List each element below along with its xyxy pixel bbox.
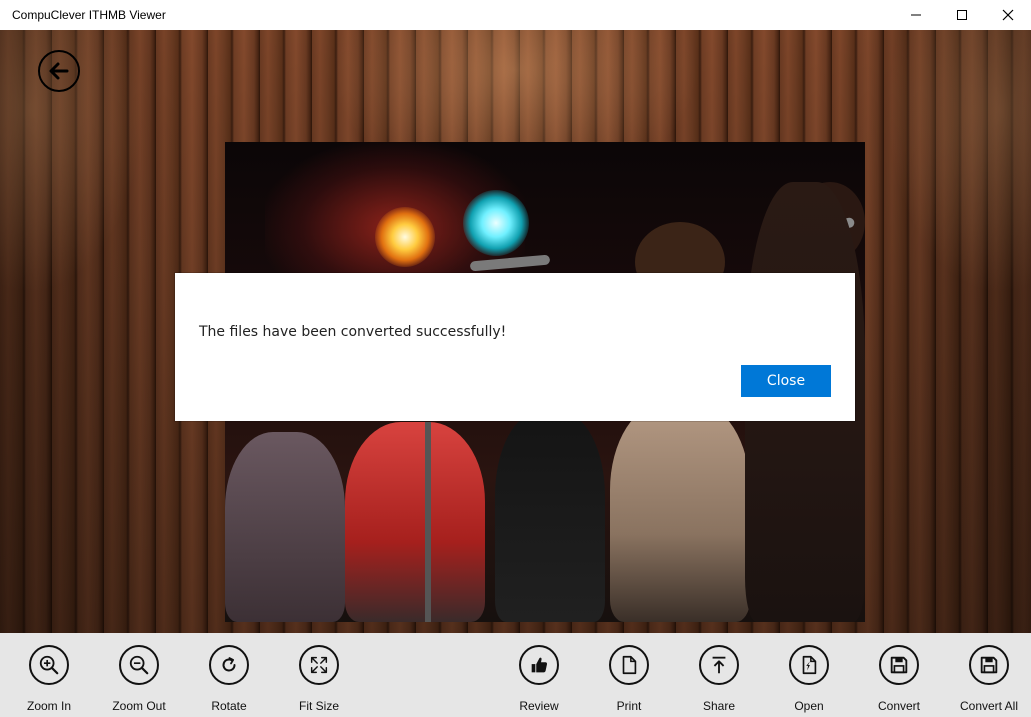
convert-label: Convert [877, 699, 921, 713]
back-arrow-icon [49, 62, 69, 80]
fit-size-label: Fit Size [298, 699, 339, 713]
open-label: Open [794, 699, 824, 713]
mic-stand [425, 422, 431, 622]
review-label: Review [519, 699, 559, 713]
title-bar: CompuClever ITHMB Viewer [0, 0, 1031, 30]
fit-size-button-circle[interactable] [299, 645, 339, 685]
zoom-out-icon [129, 655, 149, 675]
performer-figure [610, 402, 750, 622]
save-all-icon [980, 656, 998, 674]
dialog-message: The files have been converted successful… [199, 324, 507, 340]
review-button-circle[interactable] [519, 645, 559, 685]
window-title: CompuClever ITHMB Viewer [12, 8, 166, 22]
open-button[interactable]: Open [764, 645, 854, 717]
performer-figure [345, 422, 485, 622]
app-window: CompuClever ITHMB Viewer The files have … [0, 0, 1031, 717]
fit-size-button[interactable]: Fit Size [274, 645, 364, 717]
back-button[interactable] [38, 50, 80, 92]
document-icon [622, 655, 637, 675]
share-button[interactable]: Share [674, 645, 764, 717]
minimize-button[interactable] [893, 0, 939, 30]
print-button-circle[interactable] [609, 645, 649, 685]
maximize-icon [957, 10, 967, 20]
zoom-out-label: Zoom Out [112, 699, 166, 713]
share-label: Share [702, 699, 736, 713]
close-icon [1002, 9, 1014, 21]
share-button-circle[interactable] [699, 645, 739, 685]
dialog-close-button[interactable]: Close [741, 365, 831, 397]
rotate-button[interactable]: Rotate [184, 645, 274, 717]
conversion-success-dialog: The files have been converted successful… [175, 273, 855, 421]
convert-all-button-circle[interactable] [969, 645, 1009, 685]
minimize-icon [911, 14, 921, 16]
performer-figure [495, 412, 605, 622]
performer-figure [225, 432, 345, 622]
zoom-in-icon [39, 655, 59, 675]
convert-all-button[interactable]: Convert All [944, 645, 1031, 717]
print-button[interactable]: Print [584, 645, 674, 717]
upload-icon [712, 656, 726, 674]
open-file-icon [802, 655, 817, 675]
rotate-label: Rotate [211, 699, 247, 713]
convert-button-circle[interactable] [879, 645, 919, 685]
convert-button[interactable]: Convert [854, 645, 944, 717]
window-controls [893, 0, 1031, 30]
convert-all-label: Convert All [959, 699, 1019, 713]
fit-size-icon [310, 656, 328, 674]
rotate-button-circle[interactable] [209, 645, 249, 685]
bottom-toolbar: Zoom In Zoom Out Rotate Fit Size Review … [0, 633, 1031, 717]
rotate-icon [222, 657, 236, 672]
zoom-in-label: Zoom In [26, 699, 71, 713]
zoom-out-button-circle[interactable] [119, 645, 159, 685]
print-label: Print [616, 699, 642, 713]
thumbs-up-icon [531, 657, 548, 673]
zoom-in-button[interactable]: Zoom In [4, 645, 94, 717]
zoom-out-button[interactable]: Zoom Out [94, 645, 184, 717]
zoom-in-button-circle[interactable] [29, 645, 69, 685]
stage-light-cyan [463, 190, 529, 256]
close-window-button[interactable] [985, 0, 1031, 30]
save-icon [890, 656, 908, 674]
review-button[interactable]: Review [494, 645, 584, 717]
maximize-button[interactable] [939, 0, 985, 30]
open-button-circle[interactable] [789, 645, 829, 685]
stage-light-yellow [375, 207, 435, 267]
